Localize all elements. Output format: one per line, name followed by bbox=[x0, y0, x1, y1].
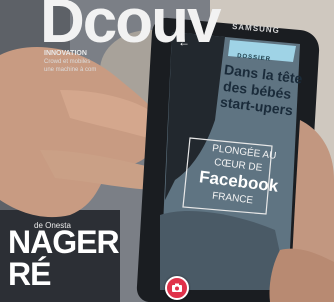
magazine-subtitle-1: Crowd et mobiles bbox=[44, 59, 91, 65]
magazine-headline-2: RÉ bbox=[8, 256, 51, 292]
magazine-title: Dcouv bbox=[40, 0, 221, 56]
photo-scene: Dcouv INNOVATION Crowd et mobiles une ma… bbox=[0, 0, 334, 302]
camera-icon bbox=[172, 283, 182, 292]
magazine-kicker: INNOVATION bbox=[44, 50, 87, 57]
back-arrow-icon[interactable]: ← bbox=[178, 36, 192, 48]
camera-shutter-button[interactable] bbox=[165, 276, 189, 300]
magazine-subtitle-2: une machine à com bbox=[44, 67, 97, 73]
